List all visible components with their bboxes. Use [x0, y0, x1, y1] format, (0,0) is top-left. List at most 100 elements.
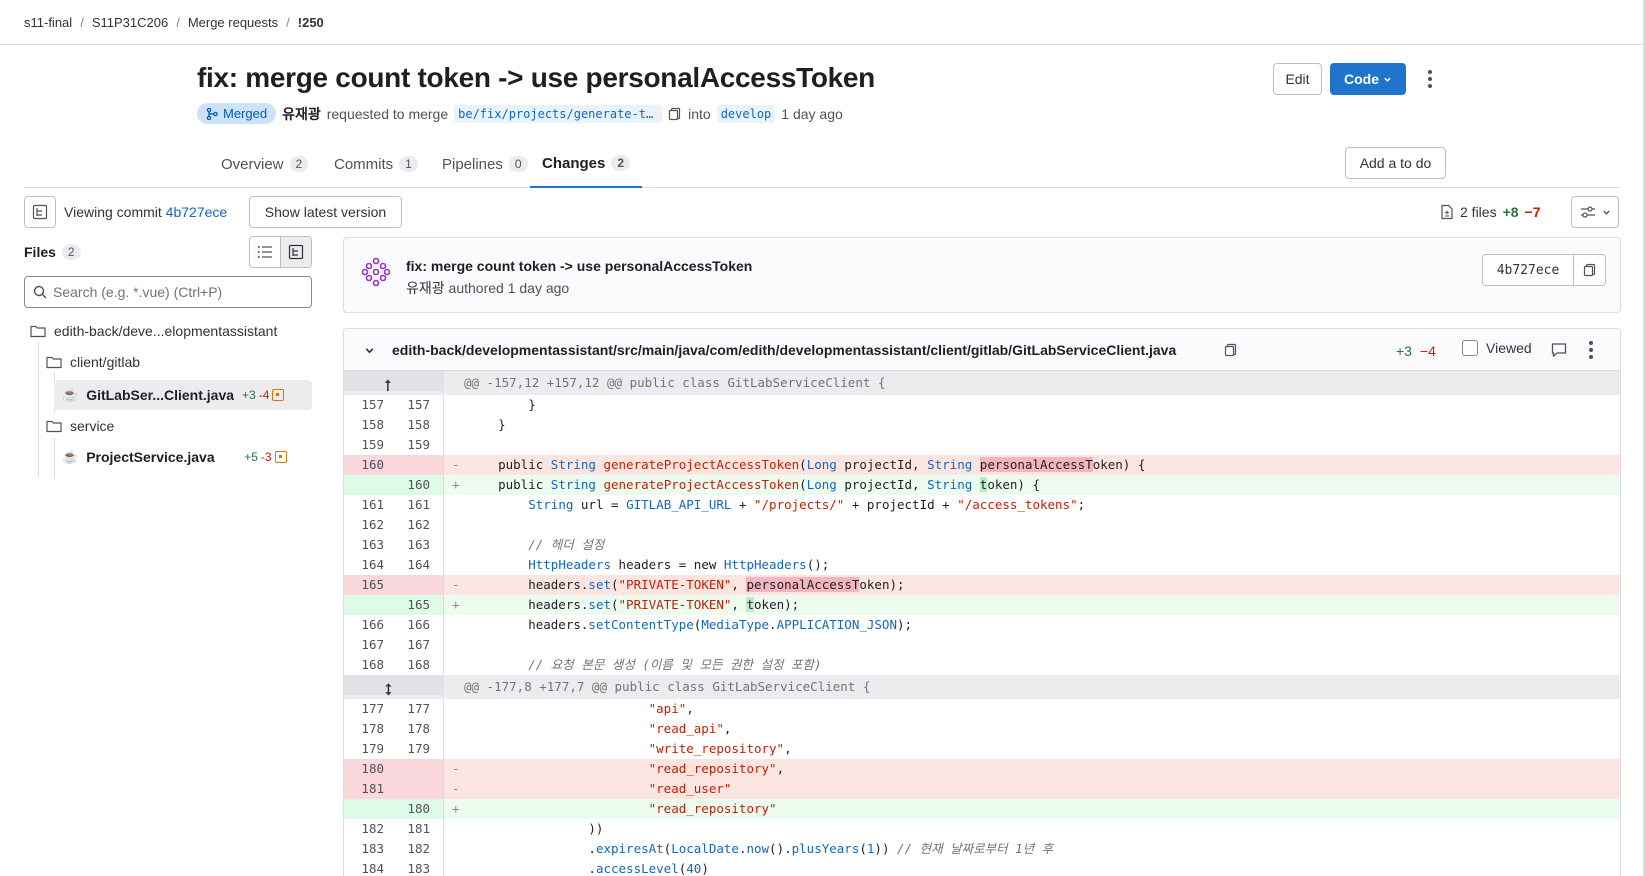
diff-line: 182 181 )) [344, 819, 1620, 839]
commit-title[interactable]: fix: merge count token -> use personalAc… [406, 258, 752, 274]
more-actions-icon[interactable] [1422, 68, 1438, 90]
folder-icon [30, 325, 46, 338]
status-badge: Merged [197, 103, 277, 124]
folder-icon [46, 420, 62, 433]
list-icon [257, 246, 272, 258]
commit-author[interactable]: 유재광 [406, 280, 445, 296]
merge-icon [206, 107, 218, 120]
hunk-header: ⭥ @@ -177,8 +177,7 @@ public class GitLa… [344, 675, 1620, 699]
diff-line: 161 161 String url = GITLAB_API_URL + "/p… [344, 495, 1620, 515]
breadcrumb: s11-final / S11P31C206 / Merge requests … [24, 15, 324, 30]
file-more-actions-icon[interactable] [1583, 340, 1599, 360]
tree-folder-service[interactable]: service [46, 411, 114, 441]
viewing-commit: Viewing commit 4b727ece [64, 204, 228, 220]
tree-folder-client-gitlab[interactable]: client/gitlab [46, 347, 140, 377]
diff-line-added: 160 + public String generateProjectAccess… [344, 475, 1620, 495]
diff-line-added: 165 + headers.set("PRIVATE-TOKEN", token)… [344, 595, 1620, 615]
files-header: Files 2 [24, 244, 81, 260]
diff-line-removed: 180- "read_repository", [344, 759, 1620, 779]
commit-author-line: 유재광 authored 1 day ago [406, 280, 570, 296]
settings-icon [1580, 206, 1595, 218]
diff-file: edith-back/developmentassistant/src/main… [343, 328, 1621, 876]
diff-line: 158 158 } [344, 415, 1620, 435]
diff-line: 162 162 [344, 515, 1620, 535]
top-bar: s11-final / S11P31C206 / Merge requests … [0, 0, 1645, 45]
breadcrumb-group[interactable]: s11-final [24, 15, 72, 30]
diff-file-stats: +3 −4 [1396, 343, 1436, 359]
copy-icon[interactable] [1224, 343, 1238, 357]
diff-line: 159 159 [344, 435, 1620, 455]
list-view-button[interactable] [250, 237, 280, 267]
tree-view-button[interactable] [280, 237, 311, 267]
copy-icon[interactable] [668, 107, 682, 121]
copy-icon [1583, 263, 1595, 277]
requested-text: requested to merge [326, 105, 449, 122]
diff-line: 157 157 } [344, 395, 1620, 415]
tab-changes[interactable]: Changes 2 [530, 140, 643, 188]
diff-line: 183 182 .expiresAt(LocalDate.now().plusYe… [344, 839, 1620, 859]
diff-line: 163 163 // 헤더 설정 [344, 535, 1620, 555]
chevron-down-icon [1602, 210, 1610, 215]
file-tree-toggle-button[interactable] [24, 196, 56, 228]
tree-guide-line [54, 438, 55, 478]
breadcrumb-separator: / [286, 15, 290, 30]
mr-meta: Merged 유재광 requested to merge be/fix/pro… [197, 103, 843, 124]
file-search-field[interactable] [24, 276, 312, 308]
target-branch[interactable]: develop [716, 104, 776, 123]
diff-line: 177 177 "api", [344, 699, 1620, 719]
file-search-input[interactable] [53, 284, 303, 300]
commit-sha-link[interactable]: 4b727ece [166, 204, 228, 220]
diff-line: 168 168 // 요청 본문 생성 (이름 및 모든 권한 설정 포함) [344, 655, 1620, 675]
edit-button[interactable]: Edit [1273, 63, 1322, 95]
diff-line-removed: 165- headers.set("PRIVATE-TOKEN", person… [344, 575, 1620, 595]
diff-line: 167 167 [344, 635, 1620, 655]
diff-line: 166 166 headers.setContentType(MediaType.… [344, 615, 1620, 635]
tab-pipelines[interactable]: Pipelines 0 [430, 140, 540, 188]
diff-stats: 2 files +8 −7 [1440, 204, 1541, 220]
file-diff-icon [1441, 204, 1453, 220]
breadcrumb-separator: / [176, 15, 180, 30]
author-name[interactable]: 유재광 [282, 104, 321, 124]
diff-line: 164 164 HttpHeaders headers = new HttpHea… [344, 555, 1620, 575]
tree-guide-line [38, 342, 39, 477]
file-modified-icon [274, 451, 287, 463]
tree-view-toggle [249, 236, 312, 268]
java-file-icon: ☕ [62, 387, 79, 402]
into-text: into [688, 105, 711, 122]
file-tree-icon [288, 244, 304, 260]
add-todo-button[interactable]: Add a to do [1345, 147, 1446, 179]
show-latest-version-button[interactable]: Show latest version [249, 196, 402, 228]
avatar[interactable] [361, 257, 391, 287]
comment-icon[interactable] [1551, 342, 1567, 358]
file-tree-icon [32, 204, 48, 220]
java-file-icon: ☕ [62, 449, 79, 464]
commit-sha[interactable]: 4b727ece [1483, 255, 1573, 285]
merge-time: 1 day ago [781, 105, 843, 122]
diff-line-removed: 160- public String generateProjectAccess… [344, 455, 1620, 475]
code-dropdown-button[interactable]: Code [1330, 63, 1406, 95]
file-modified-icon [272, 389, 285, 401]
chevron-down-icon[interactable] [364, 345, 375, 356]
diff-file-path[interactable]: edith-back/developmentassistant/src/main… [392, 342, 1176, 358]
tree-folder-root[interactable]: edith-back/deve...elopmentassistant [30, 316, 277, 346]
breadcrumb-project[interactable]: S11P31C206 [92, 15, 168, 30]
commit-sha-group: 4b727ece [1482, 254, 1606, 286]
tab-overview[interactable]: Overview 2 [209, 140, 320, 188]
tab-commits[interactable]: Commits 1 [322, 140, 430, 188]
source-branch[interactable]: be/fix/projects/generate-t... [454, 104, 663, 123]
breadcrumb-merge-requests[interactable]: Merge requests [188, 15, 278, 30]
breadcrumb-current[interactable]: !250 [298, 15, 324, 30]
diff-settings-button[interactable] [1571, 196, 1619, 228]
tree-file-gitlabserviceclient[interactable]: ☕ GitLabSer...Client.java +3 -4 [54, 380, 312, 410]
diff-file-header: edith-back/developmentassistant/src/main… [344, 329, 1620, 371]
commit-card: fix: merge count token -> use personalAc… [343, 237, 1621, 313]
viewed-checkbox[interactable]: Viewed [1462, 340, 1532, 356]
hunk-header: ⭡ @@ -157,12 +157,12 @@ public class Git… [344, 371, 1620, 395]
breadcrumb-separator: / [80, 15, 84, 30]
copy-sha-button[interactable] [1573, 255, 1605, 285]
folder-icon [46, 356, 62, 369]
search-icon [33, 285, 47, 299]
diff-line: 178 178 "read_api", [344, 719, 1620, 739]
diff-line-added: 180 + "read_repository" [344, 799, 1620, 819]
tree-file-projectservice[interactable]: ☕ ProjectService.java +5 -3 [62, 442, 312, 472]
